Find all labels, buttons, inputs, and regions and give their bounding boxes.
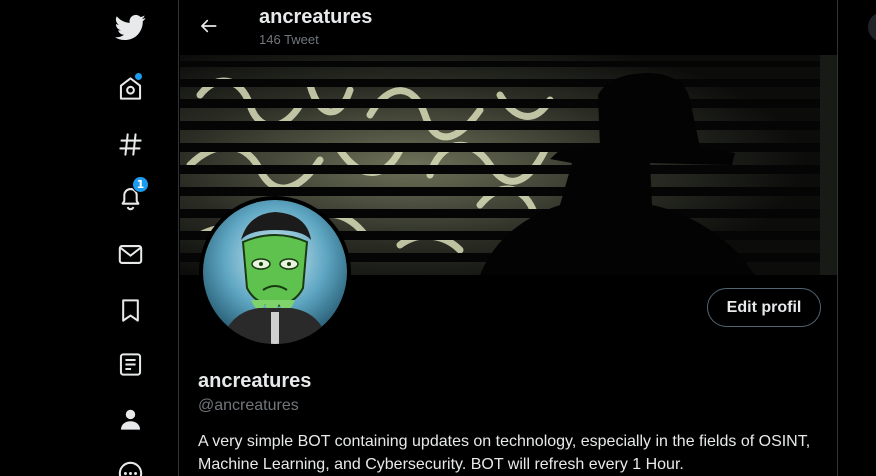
sidebar-item-messages[interactable] <box>105 229 155 279</box>
tweet-count: 146 Tweet <box>259 32 319 47</box>
profile-bio: A very simple BOT containing updates on … <box>198 433 811 473</box>
profile-header: ancreatures 146 Tweet <box>179 0 837 54</box>
twitter-bird-icon <box>114 14 145 40</box>
sidebar-item-more[interactable] <box>105 448 155 476</box>
twitter-logo-button[interactable] <box>105 2 155 52</box>
notifications-badge: 1 <box>132 176 149 193</box>
list-icon <box>119 352 141 376</box>
bookmark-icon <box>121 298 139 322</box>
envelope-icon <box>118 244 142 264</box>
person-icon <box>120 409 140 430</box>
right-column-edge <box>868 0 876 476</box>
sidebar-item-notifications[interactable]: 1 <box>105 172 155 222</box>
header-title: ancreatures <box>259 6 373 28</box>
arrow-left-icon <box>201 19 217 33</box>
profile-column: ancreatures 146 Tweet Edit profil ancrea… <box>178 0 838 476</box>
sidebar-nav: 1 <box>0 0 178 476</box>
edit-profile-button[interactable]: Edit profil <box>707 288 821 327</box>
sidebar-item-bookmarks[interactable] <box>105 285 155 335</box>
home-unread-dot <box>135 73 142 80</box>
more-circle-icon <box>118 461 142 476</box>
profile-avatar[interactable] <box>199 196 351 348</box>
search-pill-edge[interactable] <box>868 12 876 42</box>
hashtag-icon <box>118 132 142 156</box>
back-button[interactable] <box>191 8 227 44</box>
sidebar-item-home[interactable] <box>105 63 155 113</box>
sidebar-item-profile[interactable] <box>105 394 155 444</box>
sidebar-item-lists[interactable] <box>105 339 155 389</box>
profile-display-name: ancreatures <box>198 370 312 392</box>
avatar-image <box>203 200 347 344</box>
sidebar-item-explore[interactable] <box>105 119 155 169</box>
profile-handle: @ancreatures <box>198 397 299 414</box>
